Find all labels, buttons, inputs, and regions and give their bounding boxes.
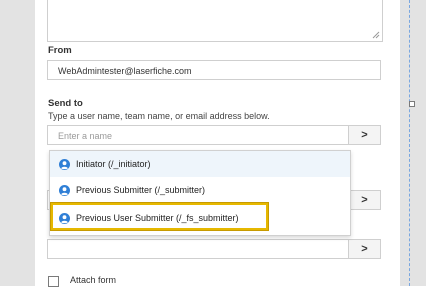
suggestion-label: Initiator (/_initiator) <box>76 159 151 169</box>
from-label: From <box>48 45 72 56</box>
user-icon <box>59 158 70 170</box>
attach-form-checkbox[interactable] <box>48 276 59 287</box>
hidden-field-browse-button[interactable]: > <box>348 190 381 210</box>
send-to-input[interactable]: Enter a name <box>47 125 349 145</box>
suggestion-label: Previous Submitter (/_submitter) <box>76 185 206 195</box>
highlight-box <box>51 203 268 230</box>
attachments-browse-button[interactable]: > <box>348 239 381 259</box>
attach-form-label: Attach form <box>70 275 117 285</box>
canvas-border <box>409 0 410 286</box>
send-to-label: Send to <box>48 98 83 109</box>
from-field[interactable]: WebAdmintester@laserfiche.com <box>47 60 381 80</box>
suggestion-previous-submitter[interactable]: Previous Submitter (/_submitter) <box>50 177 350 203</box>
send-to-browse-button[interactable]: > <box>348 125 381 145</box>
resize-grip-icon[interactable] <box>372 31 380 39</box>
user-icon <box>59 184 70 196</box>
send-to-help-text: Type a user name, team name, or email ad… <box>48 111 270 121</box>
left-gutter <box>0 0 35 286</box>
right-gutter <box>400 0 426 286</box>
resize-handle[interactable] <box>409 101 415 107</box>
attachments-input[interactable] <box>47 239 349 259</box>
suggestion-initiator[interactable]: Initiator (/_initiator) <box>50 151 350 177</box>
message-textarea[interactable] <box>47 0 383 42</box>
